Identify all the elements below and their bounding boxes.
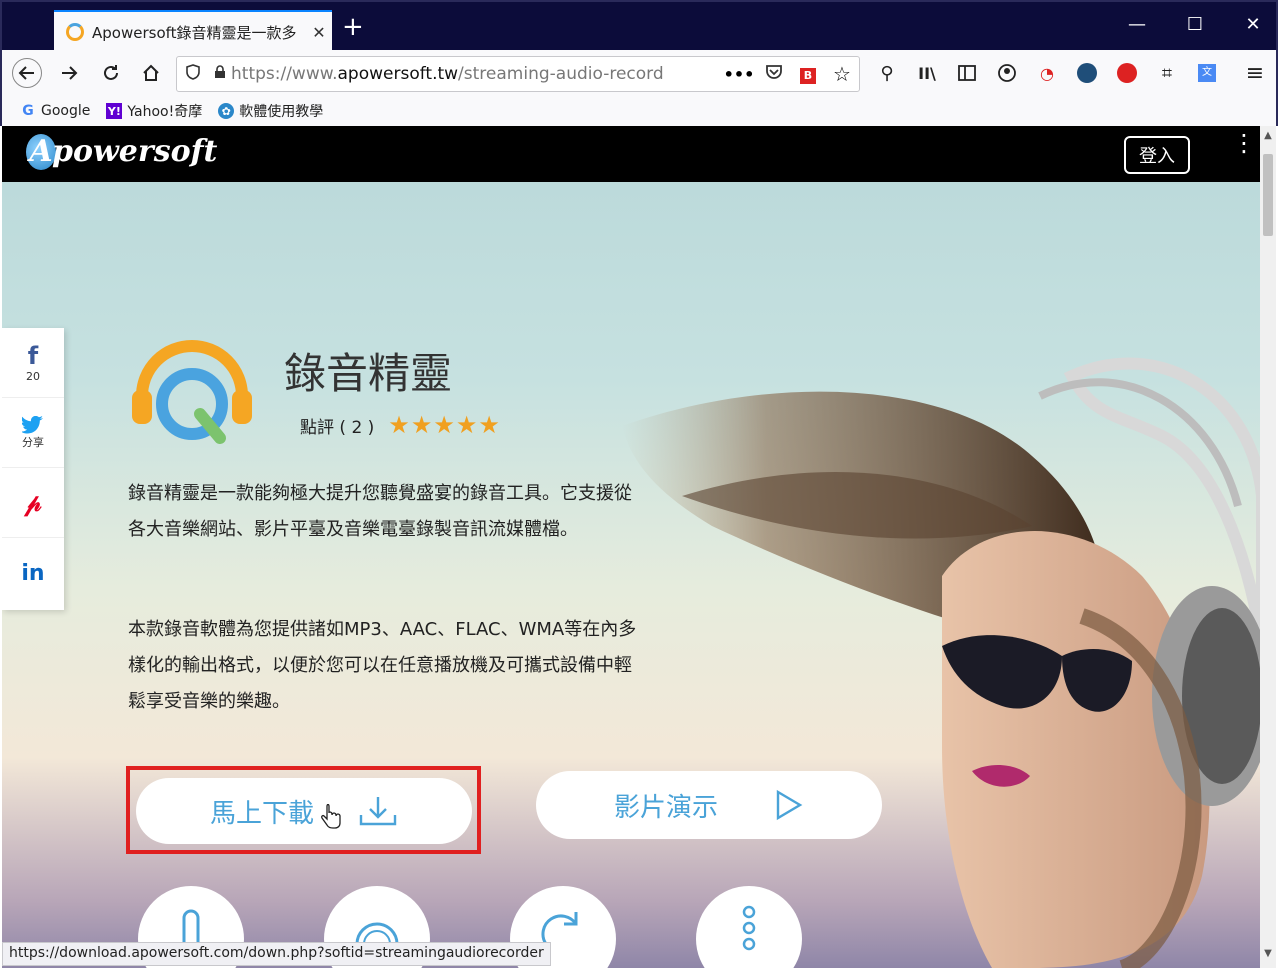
linkedin-share-button[interactable]: in bbox=[2, 538, 64, 608]
navigation-toolbar: https://www. apowersoft.tw/streaming-audi… bbox=[0, 50, 1278, 96]
scroll-up-icon[interactable]: ▲ bbox=[1260, 130, 1276, 141]
forward-button[interactable] bbox=[54, 58, 84, 88]
extension-red-icon[interactable] bbox=[1112, 58, 1142, 88]
more-icon bbox=[742, 905, 756, 951]
scrollbar-thumb[interactable] bbox=[1263, 154, 1273, 236]
twitter-share-button[interactable]: 分享 bbox=[2, 398, 64, 468]
forward-arrow-icon bbox=[62, 66, 78, 80]
star-rating-icon: ★★★★★ bbox=[388, 411, 501, 439]
apowersoft-logo[interactable]: Apowersoft bbox=[26, 134, 217, 170]
home-button[interactable] bbox=[136, 58, 166, 88]
lock-icon[interactable] bbox=[209, 64, 231, 84]
tab-bar: Apowersoft錄音精靈是一款多 ✕ + — ☐ ✕ bbox=[0, 0, 1278, 52]
page-actions-icon[interactable]: ••• bbox=[721, 65, 757, 84]
google-icon: G bbox=[22, 103, 34, 119]
play-icon bbox=[776, 789, 803, 821]
scroll-down-icon[interactable]: ▼ bbox=[1260, 948, 1276, 959]
logo-text: powersoft bbox=[52, 134, 218, 169]
maximize-button[interactable]: ☐ bbox=[1180, 14, 1210, 35]
reload-button[interactable] bbox=[96, 58, 126, 88]
demo-label: 影片演示 bbox=[613, 792, 718, 823]
linkedin-icon: in bbox=[21, 560, 45, 586]
home-icon bbox=[143, 64, 159, 81]
reading-list-icon[interactable]: ⚲ bbox=[872, 58, 902, 88]
url-domain: apowersoft.tw bbox=[337, 64, 459, 84]
download-highlight-box bbox=[126, 766, 481, 854]
crop-icon[interactable]: ⌗ bbox=[1152, 58, 1182, 88]
back-button[interactable] bbox=[12, 58, 42, 88]
plug-icon bbox=[182, 909, 200, 944]
yahoo-icon: Y! bbox=[106, 103, 123, 119]
hero-woman-image bbox=[622, 357, 1260, 968]
close-window-button[interactable]: ✕ bbox=[1238, 14, 1268, 35]
rating-label[interactable]: 點評 ( 2 ) bbox=[300, 413, 374, 438]
product-title: 錄音精靈 bbox=[284, 349, 453, 398]
new-tab-button[interactable]: + bbox=[342, 12, 364, 42]
refresh-icon bbox=[541, 912, 578, 944]
apowersoft-favicon-icon bbox=[66, 23, 84, 41]
status-bar-link-url: https://download.apowersoft.com/down.php… bbox=[2, 942, 551, 966]
streaming-audio-recorder-app-icon bbox=[132, 340, 252, 444]
bookmark-star-icon[interactable]: ☆ bbox=[825, 62, 859, 86]
menu-icon[interactable]: ≡ bbox=[1240, 58, 1270, 88]
back-arrow-icon bbox=[18, 66, 34, 80]
share-label: 分享 bbox=[22, 435, 44, 449]
pinterest-share-button[interactable]: 𝓅 bbox=[2, 468, 64, 538]
tab-title: Apowersoft錄音精靈是一款多 bbox=[92, 23, 297, 42]
url-prefix: https://www. bbox=[231, 64, 338, 84]
adblock-icon[interactable]: B bbox=[791, 64, 825, 84]
bookmark-label: Yahoo!奇摩 bbox=[127, 104, 203, 120]
social-share-bar: f 20 分享 𝓅 in bbox=[2, 328, 64, 610]
bookmarks-toolbar: G Google Y! Yahoo!奇摩 ✿ 軟體使用教學 bbox=[0, 96, 1278, 126]
url-path: /streaming-audio-recorde bbox=[458, 64, 665, 84]
disc-icon bbox=[355, 922, 399, 944]
facebook-icon: f bbox=[27, 342, 39, 370]
bookmark-yahoo[interactable]: Y! Yahoo!奇摩 bbox=[106, 101, 202, 121]
gear-icon: ✿ bbox=[218, 103, 235, 119]
shield-icon[interactable] bbox=[177, 63, 209, 85]
translate-icon[interactable]: 文 bbox=[1192, 58, 1222, 88]
library-icon[interactable]: II\ bbox=[912, 58, 942, 88]
pocket-icon[interactable] bbox=[757, 64, 791, 85]
minimize-button[interactable]: — bbox=[1122, 14, 1152, 35]
sidebar-icon[interactable] bbox=[952, 58, 982, 88]
twitter-icon bbox=[22, 415, 43, 433]
rating: 點評 ( 2 ) ★★★★★ bbox=[300, 411, 501, 439]
extension-blue-icon[interactable] bbox=[1072, 58, 1102, 88]
web-page: Apowersoft 登入 ⋮ f 20 分享 𝓅 in 錄音精靈 點評 ( 2… bbox=[2, 126, 1260, 968]
product-description-2: 本款錄音軟體為您提供諸如MP3、AAC、FLAC、WMA等在內多樣化的輸出格式，… bbox=[128, 619, 637, 712]
bookmark-label: 軟體使用教學 bbox=[239, 104, 324, 120]
more-options-icon[interactable]: ⋮ bbox=[1232, 131, 1256, 155]
extension-gauge-icon[interactable]: ◔ bbox=[1032, 58, 1062, 88]
page-scrollbar[interactable]: ▲ ▼ bbox=[1260, 126, 1276, 968]
product-description-1: 錄音精靈是一款能夠極大提升您聽覺盛宴的錄音工具。它支援從各大音樂網站、影片平臺及… bbox=[128, 483, 632, 540]
video-demo-button[interactable]: 影片演示 bbox=[536, 771, 882, 839]
tab-close-icon[interactable]: ✕ bbox=[306, 23, 332, 42]
share-count: 20 bbox=[26, 370, 40, 383]
reload-icon bbox=[104, 65, 118, 80]
login-button[interactable]: 登入 bbox=[1124, 136, 1190, 174]
pinterest-icon: 𝓅 bbox=[24, 488, 42, 517]
account-icon[interactable] bbox=[992, 58, 1022, 88]
site-header: Apowersoft 登入 ⋮ bbox=[2, 126, 1260, 182]
url-bar[interactable]: https://www. apowersoft.tw/streaming-audi… bbox=[176, 56, 860, 92]
facebook-share-button[interactable]: f 20 bbox=[2, 328, 64, 398]
bookmark-label: Google bbox=[41, 103, 91, 119]
bookmark-software-tutorial[interactable]: ✿ 軟體使用教學 bbox=[218, 101, 323, 121]
browser-tab[interactable]: Apowersoft錄音精靈是一款多 ✕ bbox=[54, 10, 332, 52]
bookmark-google[interactable]: G Google bbox=[20, 103, 90, 119]
